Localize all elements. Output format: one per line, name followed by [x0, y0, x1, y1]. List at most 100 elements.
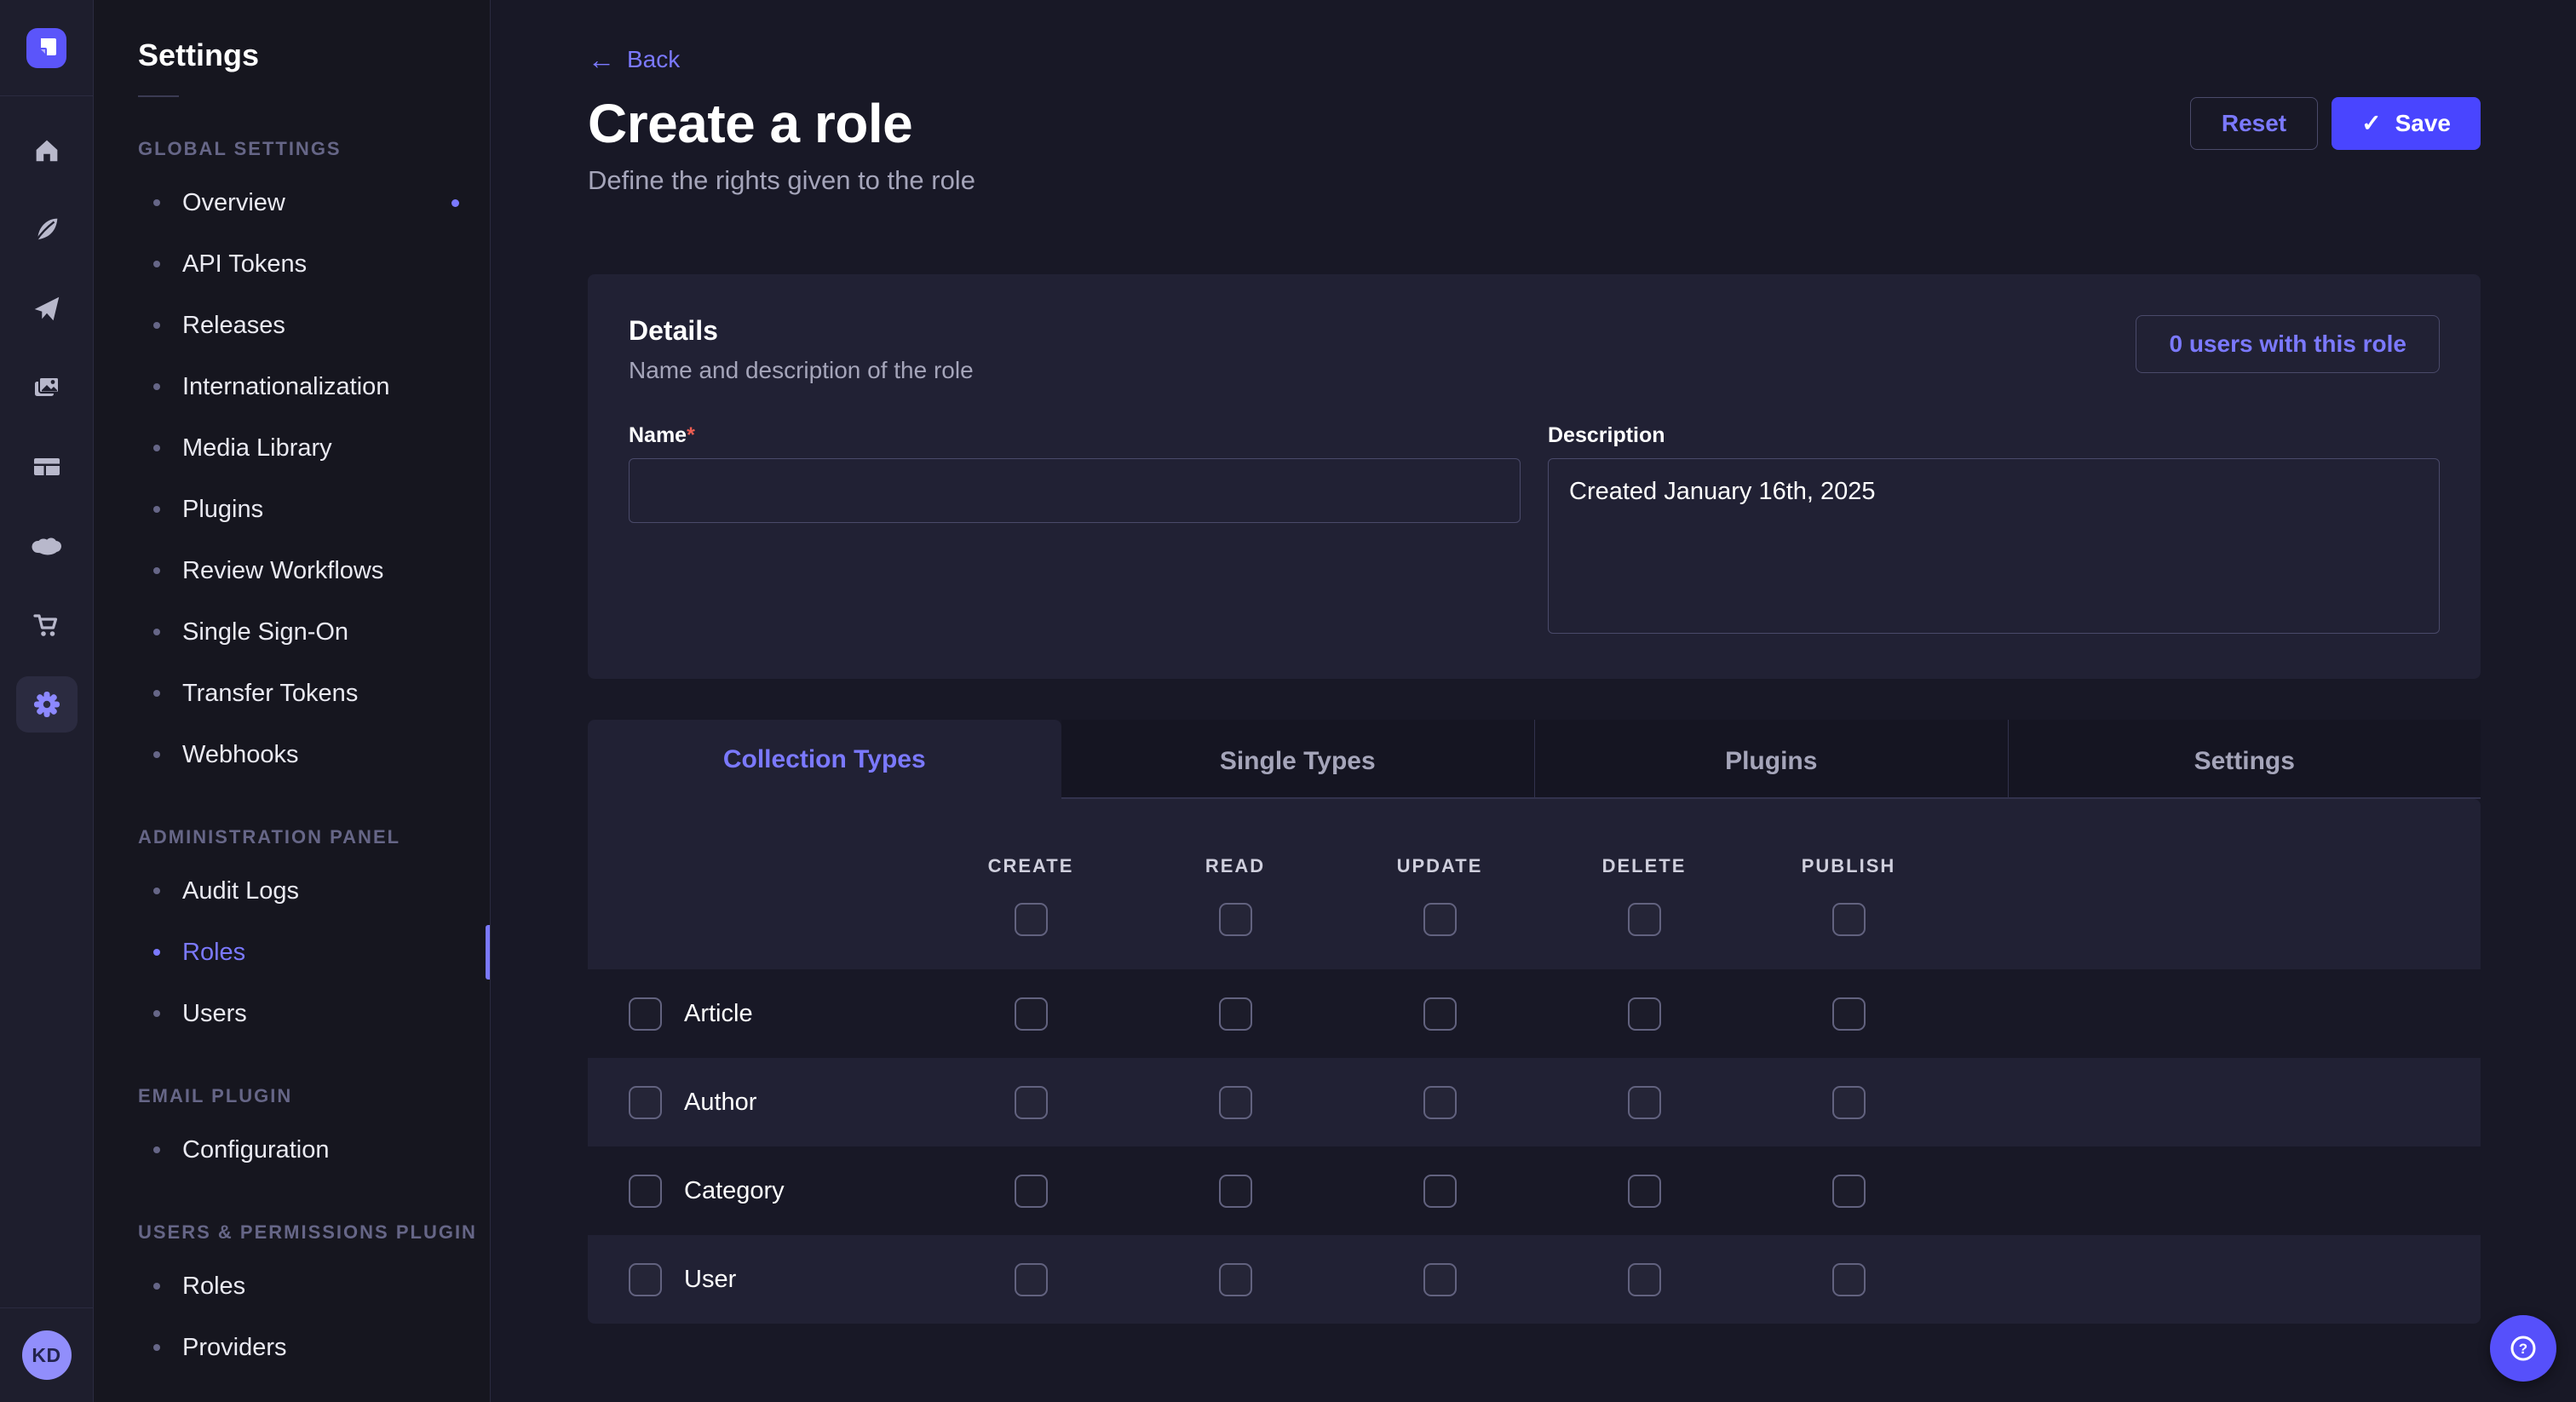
reset-button[interactable]: Reset [2190, 97, 2318, 150]
category-publish-checkbox[interactable] [1832, 1175, 1866, 1208]
author-create-checkbox[interactable] [1015, 1086, 1048, 1119]
user-avatar[interactable]: KD [22, 1330, 72, 1380]
sidebar-item-transfer-tokens[interactable]: Transfer Tokens [94, 663, 490, 724]
permissions-table-header: CREATE READ UPDATE DELETE PUBLISH [588, 799, 2481, 969]
sidebar-item-roles-admin[interactable]: Roles [94, 922, 490, 983]
settings-gear-icon[interactable] [16, 676, 78, 733]
select-all-publish-checkbox[interactable] [1832, 903, 1866, 936]
select-all-read-checkbox[interactable] [1219, 903, 1252, 936]
tab-plugins[interactable]: Plugins [1534, 720, 2008, 799]
sidebar-item-webhooks[interactable]: Webhooks [94, 724, 490, 785]
bullet-icon [153, 690, 160, 697]
article-read-checkbox[interactable] [1219, 997, 1252, 1031]
select-all-update-checkbox[interactable] [1423, 903, 1457, 936]
sidebar-item-api-tokens[interactable]: API Tokens [94, 233, 490, 295]
bullet-icon [153, 261, 160, 267]
sidebar-item-overview[interactable]: Overview [94, 172, 490, 233]
author-update-checkbox[interactable] [1423, 1086, 1457, 1119]
column-publish: PUBLISH [1746, 833, 1951, 936]
row-select-checkbox[interactable] [629, 1263, 662, 1296]
author-publish-checkbox[interactable] [1832, 1086, 1866, 1119]
select-all-create-checkbox[interactable] [1015, 903, 1048, 936]
section-label-administration-panel: ADMINISTRATION PANEL [138, 826, 490, 848]
category-read-checkbox[interactable] [1219, 1175, 1252, 1208]
deploy-paper-plane-icon[interactable] [16, 280, 78, 336]
select-all-delete-checkbox[interactable] [1628, 903, 1661, 936]
column-create: CREATE [929, 833, 1133, 936]
row-select-checkbox[interactable] [629, 1175, 662, 1208]
user-create-checkbox[interactable] [1015, 1263, 1048, 1296]
category-update-checkbox[interactable] [1423, 1175, 1457, 1208]
sidebar-item-single-sign-on[interactable]: Single Sign-On [94, 601, 490, 663]
page-header: Create a role Reset ✓ Save [588, 92, 2481, 155]
help-button[interactable]: ? [2490, 1315, 2556, 1382]
page-title: Create a role [588, 92, 912, 155]
row-select-checkbox[interactable] [629, 997, 662, 1031]
bullet-icon [153, 383, 160, 390]
strapi-logo[interactable] [26, 28, 66, 68]
users-with-role-button[interactable]: 0 users with this role [2136, 315, 2440, 373]
svg-text:?: ? [2519, 1341, 2527, 1357]
sidebar-item-releases[interactable]: Releases [94, 295, 490, 356]
description-textarea[interactable]: Created January 16th, 2025 [1548, 458, 2440, 634]
content-manager-feather-icon[interactable] [16, 201, 78, 257]
main-content: ← Back Create a role Reset ✓ Save Define… [491, 0, 2576, 1402]
column-update: UPDATE [1337, 833, 1542, 936]
details-card-titles: Details Name and description of the role [629, 315, 974, 384]
tab-collection-types[interactable]: Collection Types [588, 720, 1061, 799]
article-delete-checkbox[interactable] [1628, 997, 1661, 1031]
name-input[interactable] [629, 458, 1521, 523]
permissions-section: Collection Types Single Types Plugins Se… [588, 720, 2481, 1324]
sidebar-item-media-library[interactable]: Media Library [94, 417, 490, 479]
article-create-checkbox[interactable] [1015, 997, 1048, 1031]
name-field-group: Name* [629, 423, 1521, 638]
content-type-builder-layout-icon[interactable] [16, 439, 78, 495]
sidebar-item-configuration[interactable]: Configuration [94, 1119, 490, 1181]
sidebar-item-audit-logs[interactable]: Audit Logs [94, 860, 490, 922]
bullet-icon [153, 567, 160, 574]
header-actions: Reset ✓ Save [2190, 97, 2481, 150]
user-update-checkbox[interactable] [1423, 1263, 1457, 1296]
subnav-divider [138, 95, 179, 97]
category-create-checkbox[interactable] [1015, 1175, 1048, 1208]
sidebar-item-users[interactable]: Users [94, 983, 490, 1044]
marketplace-cart-icon[interactable] [16, 597, 78, 653]
subnav-title: Settings [138, 37, 490, 73]
column-read: READ [1133, 833, 1337, 936]
row-select-checkbox[interactable] [629, 1086, 662, 1119]
sidebar-item-roles-up[interactable]: Roles [94, 1255, 490, 1317]
cloud-icon[interactable] [16, 518, 78, 574]
bullet-icon [153, 888, 160, 894]
back-link[interactable]: ← Back [588, 46, 680, 73]
user-delete-checkbox[interactable] [1628, 1263, 1661, 1296]
article-update-checkbox[interactable] [1423, 997, 1457, 1031]
author-read-checkbox[interactable] [1219, 1086, 1252, 1119]
sidebar-item-internationalization[interactable]: Internationalization [94, 356, 490, 417]
rail-bottom: KD [0, 1307, 93, 1402]
logo-container [0, 0, 93, 96]
table-row-user: User [588, 1235, 2481, 1324]
section-label-global-settings: GLOBAL SETTINGS [138, 138, 490, 160]
table-row-article: Article [588, 969, 2481, 1058]
settings-subnav: Settings GLOBAL SETTINGS Overview API To… [94, 0, 491, 1402]
author-delete-checkbox[interactable] [1628, 1086, 1661, 1119]
details-subheading: Name and description of the role [629, 357, 974, 384]
sidebar-item-review-workflows[interactable]: Review Workflows [94, 540, 490, 601]
save-button[interactable]: ✓ Save [2332, 97, 2481, 150]
required-asterisk: * [687, 423, 695, 447]
category-delete-checkbox[interactable] [1628, 1175, 1661, 1208]
details-heading: Details [629, 315, 974, 347]
user-publish-checkbox[interactable] [1832, 1263, 1866, 1296]
tab-bar: Collection Types Single Types Plugins Se… [588, 720, 2481, 799]
tab-single-types[interactable]: Single Types [1061, 720, 1535, 799]
media-library-pictures-icon[interactable] [16, 359, 78, 416]
bullet-icon [153, 1010, 160, 1017]
details-fields: Name* Description Created January 16th, … [629, 423, 2440, 638]
tab-settings[interactable]: Settings [2008, 720, 2481, 799]
sidebar-item-plugins[interactable]: Plugins [94, 479, 490, 540]
rail-icon-list [16, 122, 78, 733]
sidebar-item-providers[interactable]: Providers [94, 1317, 490, 1378]
article-publish-checkbox[interactable] [1832, 997, 1866, 1031]
user-read-checkbox[interactable] [1219, 1263, 1252, 1296]
home-icon[interactable] [16, 122, 78, 178]
